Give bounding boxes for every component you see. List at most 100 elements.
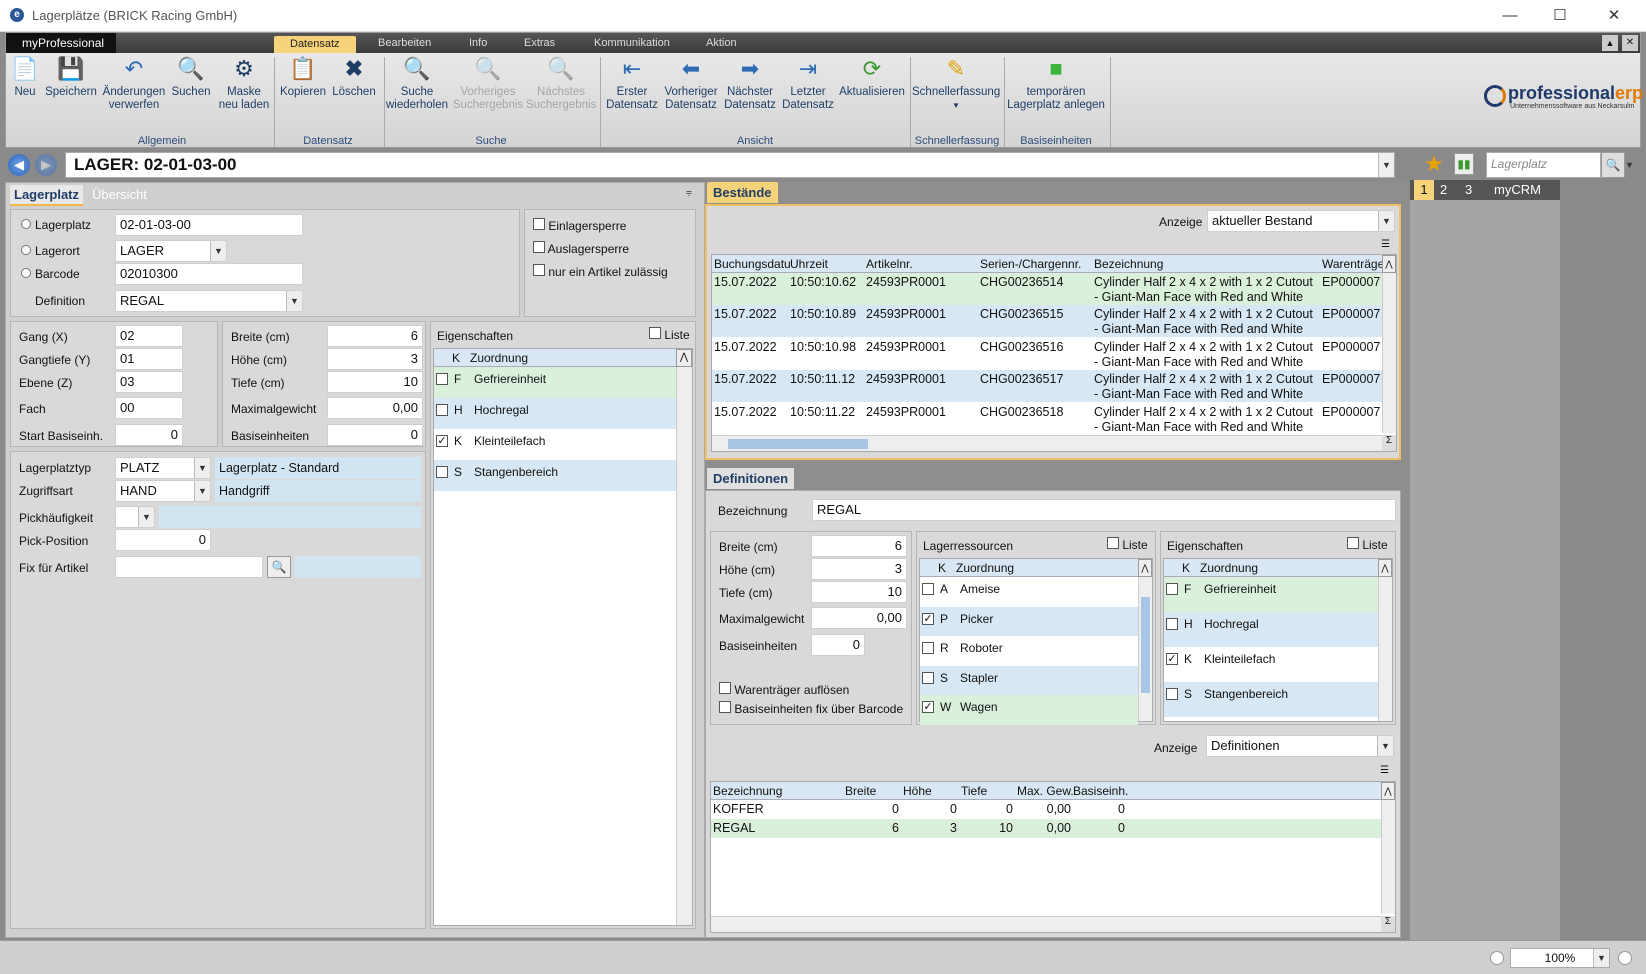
scroll-up-icon[interactable]: ⋀	[676, 349, 692, 367]
tiefe-input[interactable]: 10	[327, 371, 423, 393]
zoom-select[interactable]: 100% ▼	[1510, 948, 1610, 968]
table-row[interactable]: ✓ K Kleinteilefach	[1164, 647, 1378, 682]
checkbox-single-article[interactable]	[533, 264, 545, 276]
fach-input[interactable]: 00	[115, 397, 183, 419]
scroll-up-icon[interactable]: ⋀	[1138, 559, 1152, 577]
save-button[interactable]: 💾 Speichern	[42, 55, 100, 99]
table-row[interactable]: A Ameise	[920, 577, 1138, 607]
discard-changes-button[interactable]: ↶ Änderungen verwerfen	[102, 55, 166, 112]
definition-select[interactable]: REGAL ▼	[115, 290, 303, 312]
pick-position-input[interactable]: 0	[115, 529, 211, 551]
table-row[interactable]: ✓ W Wagen	[920, 695, 1138, 725]
create-temp-location-button[interactable]: ■ temporären Lagerplatz anlegen	[1006, 55, 1106, 112]
ribbon-collapse-icon[interactable]: ▲	[1602, 35, 1618, 51]
next-record-button[interactable]: ➡ Nächster Datensatz	[722, 55, 778, 112]
table-row[interactable]: S Stangenbereich	[434, 460, 676, 491]
checkbox-liste[interactable]	[1107, 537, 1119, 549]
chevron-down-icon[interactable]: ▼	[1378, 153, 1394, 177]
def-basiseinheiten-input[interactable]: 0	[811, 634, 865, 656]
table-row[interactable]: ✓ K Kleinteilefach	[434, 429, 676, 460]
horizontal-scrollbar[interactable]	[712, 435, 1382, 451]
tab-uebersicht[interactable]: Übersicht	[92, 187, 147, 202]
tab-datensatz[interactable]: Datensatz	[274, 36, 356, 53]
tab-bearbeiten[interactable]: Bearbeiten	[378, 37, 431, 49]
sum-icon[interactable]: Σ	[1381, 916, 1395, 932]
location-search-input[interactable]: Lagerplatz	[1486, 152, 1601, 178]
table-row[interactable]: 15.07.2022 10:50:10.98 24593PR0001 CHG00236…	[712, 337, 1382, 370]
search-button[interactable]: 🔍 Suchen	[168, 55, 214, 99]
record-address-field[interactable]: LAGER: 02-01-03-00 ▼	[65, 152, 1395, 178]
row-checkbox[interactable]: ✓	[922, 612, 934, 625]
app-menu-button[interactable]: myProfessional	[6, 33, 116, 53]
close-button[interactable]: ✕	[1594, 4, 1634, 28]
def-tiefe-input[interactable]: 10	[811, 581, 907, 603]
side-tab-1[interactable]: 1	[1414, 180, 1434, 200]
row-checkbox[interactable]	[1166, 618, 1178, 630]
lagerplatz-input[interactable]: 02-01-03-00	[115, 214, 303, 236]
fix-artikel-input[interactable]	[115, 556, 263, 578]
chevron-down-icon[interactable]: ▼	[1377, 736, 1393, 756]
lagerort-select[interactable]: LAGER ▼	[115, 240, 227, 262]
chevron-down-icon[interactable]: ▼	[1378, 211, 1394, 231]
tab-kommunikation[interactable]: Kommunikation	[594, 37, 670, 49]
quick-entry-button[interactable]: ✎ Schnellerfassung ▼	[912, 55, 1000, 112]
side-tab-3[interactable]: 3	[1465, 182, 1472, 197]
chevron-down-icon[interactable]: ▼	[286, 291, 302, 311]
zoom-in-icon[interactable]	[1618, 951, 1632, 965]
first-record-button[interactable]: ⇤ Erster Datensatz	[604, 55, 660, 112]
table-row[interactable]: H Hochregal	[1164, 612, 1378, 647]
tab-extras[interactable]: Extras	[524, 37, 555, 49]
maxgewicht-input[interactable]: 0,00	[327, 397, 423, 419]
menu-icon[interactable]: ☰	[1381, 239, 1390, 250]
ebene-input[interactable]: 03	[115, 371, 183, 393]
chevron-down-icon[interactable]: ▼	[194, 458, 210, 478]
checkbox-liste[interactable]	[1347, 537, 1359, 549]
scrollbar[interactable]	[1378, 577, 1392, 721]
repeat-search-button[interactable]: 🔍 Suche wiederholen	[386, 55, 448, 112]
previous-record-button[interactable]: ⬅ Vorheriger Datensatz	[662, 55, 720, 112]
chevron-down-icon[interactable]: ▼	[210, 241, 226, 261]
table-row[interactable]: KOFFER 0 0 0 0,00 0	[711, 800, 1381, 819]
radio-lagerplatz[interactable]	[21, 219, 31, 229]
row-checkbox[interactable]	[436, 404, 448, 416]
radio-lagerort[interactable]	[21, 245, 31, 255]
barcode-input[interactable]: 02010300	[115, 263, 303, 285]
start-basis-input[interactable]: 0	[115, 424, 183, 446]
table-row[interactable]: 15.07.2022 10:50:11.22 24593PR0001 CHG00236…	[712, 402, 1382, 435]
side-tab-2[interactable]: 2	[1440, 182, 1447, 197]
chevron-down-icon[interactable]: ▼	[1625, 152, 1641, 178]
row-checkbox[interactable]	[922, 583, 934, 595]
table-row[interactable]: S Stangenbereich	[1164, 682, 1378, 717]
delete-button[interactable]: ✖ Löschen	[330, 55, 378, 99]
ribbon-close-icon[interactable]: ✕	[1622, 35, 1638, 51]
row-checkbox[interactable]	[436, 466, 448, 478]
breite-input[interactable]: 6	[327, 325, 423, 347]
zugriffsart-select[interactable]: HAND ▼	[115, 480, 211, 502]
horizontal-scrollbar[interactable]	[711, 916, 1381, 932]
tab-info[interactable]: Info	[469, 37, 487, 49]
collapse-icon[interactable]: ⩦	[686, 187, 692, 198]
search-icon[interactable]: 🔍	[267, 556, 291, 578]
radio-barcode[interactable]	[21, 268, 31, 278]
copy-button[interactable]: 📋 Kopieren	[278, 55, 328, 99]
row-checkbox[interactable]	[922, 671, 934, 684]
scroll-up-icon[interactable]: ⋀	[1378, 559, 1392, 577]
row-checkbox[interactable]	[922, 642, 934, 654]
row-checkbox[interactable]	[1166, 688, 1178, 700]
reload-mask-button[interactable]: ⚙ Maske neu laden	[216, 55, 272, 112]
next-result-button[interactable]: 🔍 Nächstes Suchergebnis	[526, 55, 596, 112]
last-record-button[interactable]: ⇥ Letzter Datensatz	[780, 55, 836, 112]
menu-icon[interactable]: ☰	[1380, 765, 1389, 776]
hoehe-input[interactable]: 3	[327, 348, 423, 370]
scroll-up-icon[interactable]: ⋀	[1382, 255, 1396, 273]
table-row[interactable]: R Roboter	[920, 636, 1138, 666]
table-row[interactable]: ✓ P Picker	[920, 606, 1138, 636]
definition-bezeichnung-input[interactable]: REGAL	[812, 499, 1396, 521]
row-checkbox[interactable]: ✓	[436, 435, 448, 447]
table-row[interactable]: S Stapler	[920, 665, 1138, 695]
pickhaeufigkeit-select[interactable]: ▼	[115, 506, 155, 528]
table-row[interactable]: REGAL 6 3 10 0,00 0	[711, 819, 1381, 838]
row-checkbox[interactable]: ✓	[922, 701, 934, 713]
sum-icon[interactable]: Σ	[1382, 435, 1396, 451]
tab-lagerplatz[interactable]: Lagerplatz	[10, 185, 84, 206]
